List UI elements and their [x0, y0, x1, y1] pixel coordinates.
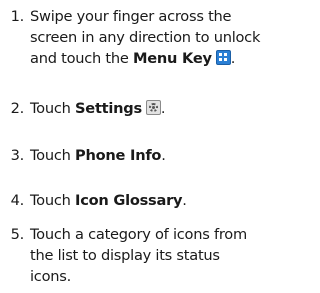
step-number: 2.: [10, 100, 25, 117]
step-text: Touch a category of icons from the list …: [30, 224, 296, 287]
icon-glossary-label: Icon Glossary: [75, 192, 183, 209]
step-text: Touch Settings.: [30, 98, 296, 119]
step-line: and touch the Menu Key.: [30, 48, 296, 69]
menu-key-icon: [215, 50, 231, 65]
step-line: screen in any direction to unlock: [30, 29, 261, 46]
step-number: 4.: [10, 192, 25, 209]
step-punctuation: .: [161, 147, 166, 164]
step-text-plain: Touch: [30, 100, 76, 117]
menu-key-label: Menu Key: [133, 50, 212, 67]
step-number: 1.: [10, 8, 25, 25]
step-text: Touch Phone Info.: [30, 145, 296, 166]
step-text-plain: Touch: [30, 192, 76, 209]
step-line: Touch Icon Glossary.: [30, 190, 296, 211]
step-punctuation: .: [230, 50, 236, 67]
step-line: Touch Settings.: [30, 98, 296, 119]
step-number: 5.: [10, 226, 25, 243]
phone-info-label: Phone Info: [75, 147, 162, 164]
step-text-plain: Touch: [30, 147, 76, 164]
step-number: 3.: [10, 147, 25, 164]
settings-label: Settings: [75, 100, 142, 117]
step-line: Touch a category of icons from: [30, 226, 247, 243]
step-line: icons.: [30, 268, 71, 285]
step-punctuation: .: [160, 100, 166, 117]
step-punctuation: .: [182, 192, 187, 209]
step-text: Touch Icon Glossary.: [30, 190, 296, 211]
step-text-plain: and touch the: [30, 50, 133, 67]
step-line: Touch Phone Info.: [30, 145, 296, 166]
step-line: the list to display its status: [30, 247, 220, 264]
step-line: Swipe your finger across the: [30, 8, 232, 25]
step-text: Swipe your finger across the screen in a…: [30, 6, 296, 69]
settings-icon: [145, 100, 161, 115]
